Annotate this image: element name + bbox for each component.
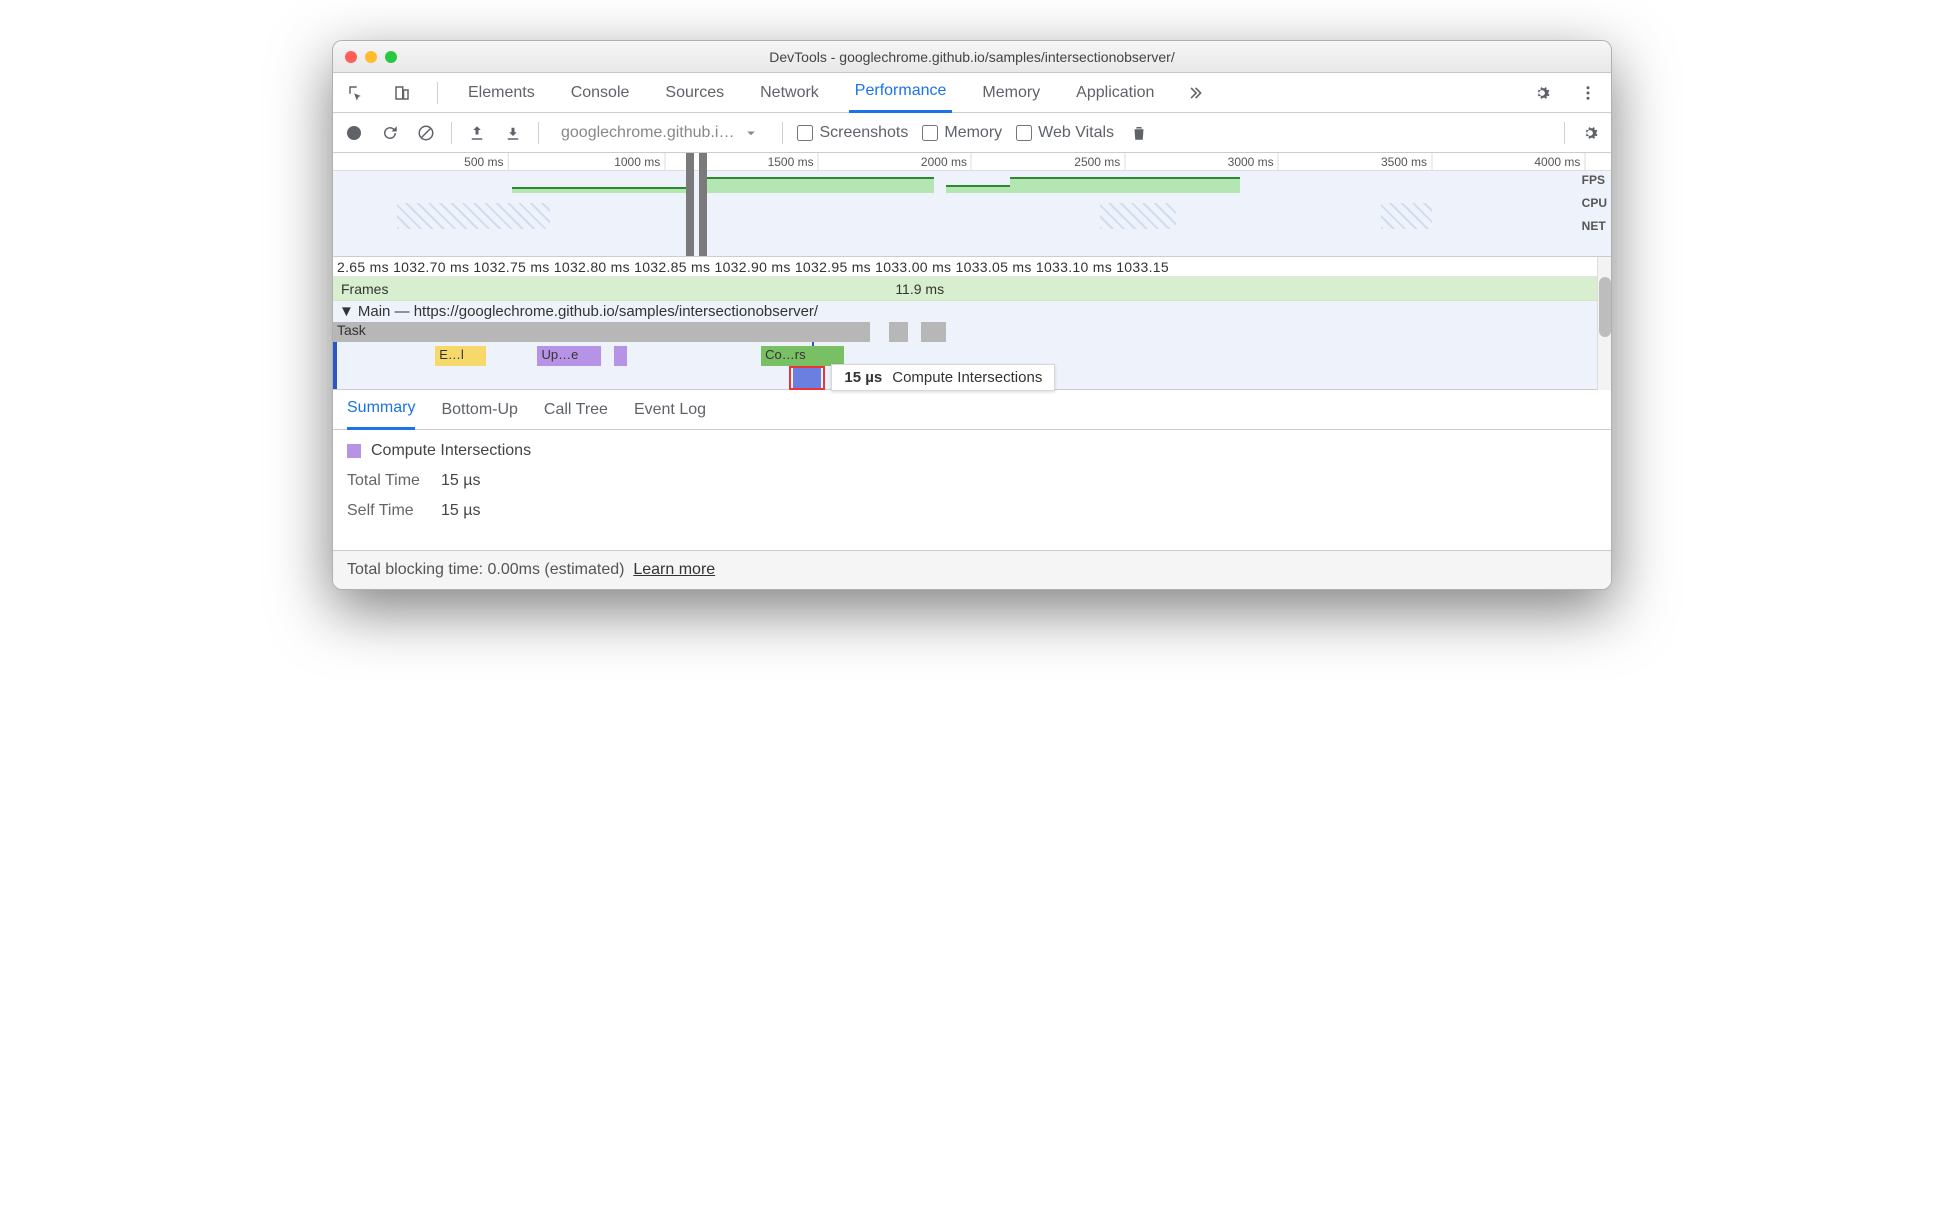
overview-selection-handle[interactable]: [686, 153, 694, 256]
flame-tooltip: 15 µs Compute Intersections: [831, 364, 1055, 391]
blocking-time-text: Total blocking time: 0.00ms (estimated): [347, 561, 624, 578]
web-vitals-checkbox[interactable]: Web Vitals: [1016, 124, 1114, 142]
cpu-hatch: [1381, 203, 1432, 229]
tab-network[interactable]: Network: [754, 73, 825, 113]
cpu-hatch: [397, 203, 550, 229]
recording-select-label: googlechrome.github.i…: [561, 124, 734, 142]
summary-total-time-value: 15 µs: [441, 472, 480, 490]
devtools-window: DevTools - googlechrome.github.io/sample…: [332, 40, 1612, 590]
load-profile-button[interactable]: [466, 122, 488, 144]
footer-bar: Total blocking time: 0.00ms (estimated) …: [333, 550, 1611, 589]
frames-track: Frames 11.9 ms: [333, 277, 1611, 301]
clear-button[interactable]: [415, 122, 437, 144]
fps-bar: [946, 185, 1010, 193]
summary-self-time-row: Self Time 15 µs: [347, 502, 1597, 520]
window-title: DevTools - googlechrome.github.io/sample…: [333, 49, 1611, 65]
maximize-window-button[interactable]: [385, 51, 397, 63]
summary-panel: Compute Intersections Total Time 15 µs S…: [333, 430, 1611, 550]
dtab-summary[interactable]: Summary: [347, 390, 415, 430]
summary-self-time-label: Self Time: [347, 502, 431, 520]
main-thread-label: Main — https://googlechrome.github.io/sa…: [358, 303, 818, 320]
reload-record-button[interactable]: [379, 122, 401, 144]
summary-self-time-value: 15 µs: [441, 502, 480, 520]
select-element-icon[interactable]: [345, 82, 367, 104]
device-toggle-icon[interactable]: [391, 82, 413, 104]
task-bar[interactable]: [921, 322, 947, 342]
more-tabs-icon[interactable]: [1184, 82, 1206, 104]
overview-lane-labels: FPS CPU NET: [1582, 173, 1607, 233]
settings-icon[interactable]: [1531, 82, 1553, 104]
screenshots-checkbox[interactable]: Screenshots: [797, 124, 908, 142]
frames-label: Frames: [333, 281, 388, 297]
divider: [437, 82, 438, 104]
titlebar: DevTools - googlechrome.github.io/sample…: [333, 41, 1611, 73]
panel-tabs: Elements Console Sources Network Perform…: [333, 73, 1611, 113]
summary-title-row: Compute Intersections: [347, 442, 1597, 460]
memory-checkbox[interactable]: Memory: [922, 124, 1002, 142]
flame-entry[interactable]: [614, 346, 627, 366]
overview-selection-handle[interactable]: [699, 153, 707, 256]
fps-bar: [704, 177, 934, 193]
tab-memory[interactable]: Memory: [976, 73, 1046, 113]
tab-sources[interactable]: Sources: [659, 73, 730, 113]
scrollbar-thumb[interactable]: [1599, 277, 1611, 337]
overview-timeline[interactable]: 500 ms 1000 ms 1500 ms 2000 ms 2500 ms 3…: [333, 153, 1611, 257]
capture-settings-icon[interactable]: [1579, 122, 1601, 144]
delete-button[interactable]: [1128, 122, 1150, 144]
dtab-event-log[interactable]: Event Log: [634, 390, 706, 430]
cpu-hatch: [1100, 203, 1177, 229]
minimize-window-button[interactable]: [365, 51, 377, 63]
overview-ruler: 500 ms 1000 ms 1500 ms 2000 ms 2500 ms 3…: [333, 153, 1611, 171]
tab-application[interactable]: Application: [1070, 73, 1160, 113]
main-thread-header[interactable]: ▼ Main — https://googlechrome.github.io/…: [333, 301, 1611, 322]
tooltip-name: Compute Intersections: [892, 369, 1042, 386]
dtab-call-tree[interactable]: Call Tree: [544, 390, 608, 430]
flame-scrollbar[interactable]: [1597, 257, 1611, 390]
flame-ruler: 2.65 ms 1032.70 ms 1032.75 ms 1032.80 ms…: [333, 257, 1611, 277]
close-window-button[interactable]: [345, 51, 357, 63]
flame-rows[interactable]: Task E…l Up…e Co…rs 15 µs Compute Inters…: [333, 322, 1611, 390]
task-bar[interactable]: [889, 322, 908, 342]
fps-bar: [1010, 177, 1240, 193]
disclosure-triangle-icon[interactable]: ▼: [339, 303, 354, 320]
flame-chart[interactable]: 2.65 ms 1032.70 ms 1032.75 ms 1032.80 ms…: [333, 257, 1611, 390]
dtab-bottom-up[interactable]: Bottom-Up: [441, 390, 517, 430]
tab-performance[interactable]: Performance: [849, 73, 953, 113]
fps-bar: [512, 187, 691, 193]
tab-elements[interactable]: Elements: [462, 73, 541, 113]
record-button[interactable]: [343, 122, 365, 144]
detail-tabs: Summary Bottom-Up Call Tree Event Log: [333, 390, 1611, 430]
task-bar[interactable]: Task: [333, 322, 870, 342]
recording-select[interactable]: googlechrome.github.i…: [553, 124, 768, 142]
flame-entry[interactable]: E…l: [435, 346, 486, 366]
performance-toolbar: googlechrome.github.i… Screenshots Memor…: [333, 113, 1611, 153]
selection-outline: [789, 366, 825, 390]
kebab-menu-icon[interactable]: [1577, 82, 1599, 104]
color-swatch: [347, 444, 361, 458]
flame-entry[interactable]: Co…rs: [761, 346, 844, 366]
window-controls: [345, 51, 397, 63]
frame-duration: 11.9 ms: [895, 281, 944, 297]
save-profile-button[interactable]: [502, 122, 524, 144]
summary-total-time-label: Total Time: [347, 472, 431, 490]
learn-more-link[interactable]: Learn more: [633, 561, 715, 578]
summary-event-name: Compute Intersections: [371, 442, 531, 460]
summary-total-time-row: Total Time 15 µs: [347, 472, 1597, 490]
flame-entry[interactable]: Up…e: [537, 346, 601, 366]
tooltip-duration: 15 µs: [844, 369, 882, 386]
tab-console[interactable]: Console: [565, 73, 636, 113]
